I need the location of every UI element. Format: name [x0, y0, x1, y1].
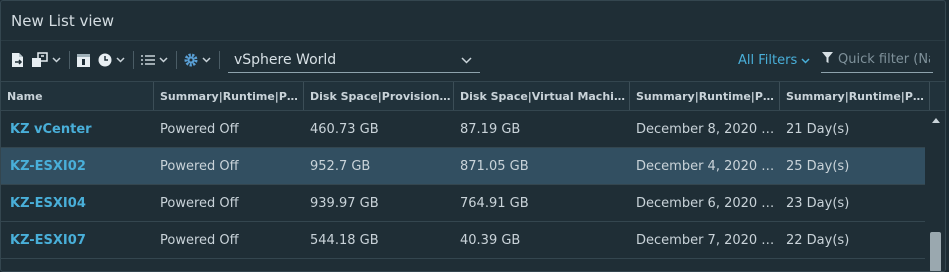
table-cell: December 4, 2020 4...	[636, 158, 780, 174]
chevron-down-icon	[801, 53, 810, 68]
table-cell: 23 Day(s)	[786, 195, 850, 211]
quick-filter-field[interactable]	[821, 47, 933, 73]
host-name-link[interactable]: KZ-ESXI04	[1, 196, 154, 211]
quick-filter-input[interactable]	[838, 52, 930, 67]
table-cell: 21 Day(s)	[786, 121, 850, 137]
scroll-up-arrow-icon[interactable]	[932, 118, 940, 123]
host-name-link[interactable]: KZ-ESXI07	[1, 233, 154, 248]
all-filters-button[interactable]: All Filters	[738, 45, 810, 75]
table-cell: 22 Day(s)	[786, 232, 850, 248]
chevron-down-icon	[116, 57, 125, 63]
table-cell: 764.91 GB	[460, 195, 529, 211]
settings-button[interactable]	[183, 48, 211, 72]
toolbar-divider	[219, 51, 220, 69]
table-cell: Powered Off	[160, 195, 239, 211]
grid-header: Name Summary|Runtime|Powe... Disk Space|…	[1, 81, 945, 111]
clock-icon	[97, 52, 113, 68]
vertical-scrollbar[interactable]	[925, 112, 945, 271]
table-row[interactable]: KZ-ESXI07 Powered Off 544.18 GB 40.39 GB…	[1, 222, 945, 259]
table-cell: December 6, 2020 4...	[636, 195, 780, 211]
scope-select[interactable]: vSphere World	[228, 47, 480, 73]
calendar-button[interactable]	[76, 48, 91, 72]
chevron-down-icon	[461, 52, 472, 68]
toolbar-divider	[176, 51, 177, 69]
all-filters-label: All Filters	[738, 52, 798, 68]
table-cell: 460.73 GB	[310, 121, 379, 137]
table-cell: 939.97 GB	[310, 195, 379, 211]
list-options-button[interactable]	[140, 48, 168, 72]
table-cell: 87.19 GB	[460, 121, 521, 137]
host-name-link[interactable]: KZ vCenter	[1, 122, 154, 137]
export-button[interactable]	[10, 48, 25, 72]
gear-icon	[183, 52, 199, 68]
chevron-down-icon	[52, 57, 61, 63]
table-cell: 25 Day(s)	[786, 158, 850, 174]
calendar-icon	[76, 52, 91, 68]
table-cell: Powered Off	[160, 158, 239, 174]
host-name-link[interactable]: KZ-ESXI02	[1, 159, 154, 174]
table-cell: December 8, 2020 4...	[636, 121, 780, 137]
scope-value: vSphere World	[234, 51, 337, 68]
table-row[interactable]: KZ vCenter Powered Off 460.73 GB 87.19 G…	[1, 111, 945, 148]
move-button[interactable]	[31, 48, 61, 72]
chevron-down-icon	[159, 57, 168, 63]
table-cell: 952.7 GB	[310, 158, 371, 174]
chevron-down-icon	[202, 57, 211, 63]
history-button[interactable]	[97, 48, 125, 72]
table-row[interactable]: KZ-ESXI02 Powered Off 952.7 GB 871.05 GB…	[1, 148, 945, 185]
column-header-power-state[interactable]: Summary|Runtime|Powe...	[154, 82, 304, 110]
table-cell: Powered Off	[160, 121, 239, 137]
scrollbar-thumb[interactable]	[930, 232, 941, 271]
table-cell: 40.39 GB	[460, 232, 521, 248]
table-cell: 544.18 GB	[310, 232, 379, 248]
column-header-power-duration[interactable]: Summary|Runtime|Powe...	[780, 82, 930, 110]
export-icon	[10, 52, 25, 68]
toolbar-divider	[133, 51, 134, 69]
table-cell: December 7, 2020 4...	[636, 232, 780, 248]
grid-body: KZ vCenter Powered Off 460.73 GB 87.19 G…	[1, 111, 945, 259]
toolbar: vSphere World All Filters	[1, 45, 945, 75]
toolbar-divider	[69, 51, 70, 69]
filter-icon	[821, 51, 834, 68]
table-cell: Powered Off	[160, 232, 239, 248]
table-cell: 871.05 GB	[460, 158, 529, 174]
panel-title: New List view	[1, 1, 945, 41]
column-header-name[interactable]: Name	[1, 82, 154, 110]
move-icon	[31, 52, 49, 68]
table-row[interactable]: KZ-ESXI04 Powered Off 939.97 GB 764.91 G…	[1, 185, 945, 222]
column-header-provisioned[interactable]: Disk Space|Provisioned ...	[304, 82, 454, 110]
column-header-vm-usage[interactable]: Disk Space|Virtual Machine u...	[454, 82, 630, 110]
column-header-power-date[interactable]: Summary|Runtime|Powe...	[630, 82, 780, 110]
list-view-panel: New List view vSphere World All Filters …	[0, 0, 946, 272]
list-icon	[140, 54, 156, 66]
data-grid: Name Summary|Runtime|Powe... Disk Space|…	[1, 81, 945, 271]
